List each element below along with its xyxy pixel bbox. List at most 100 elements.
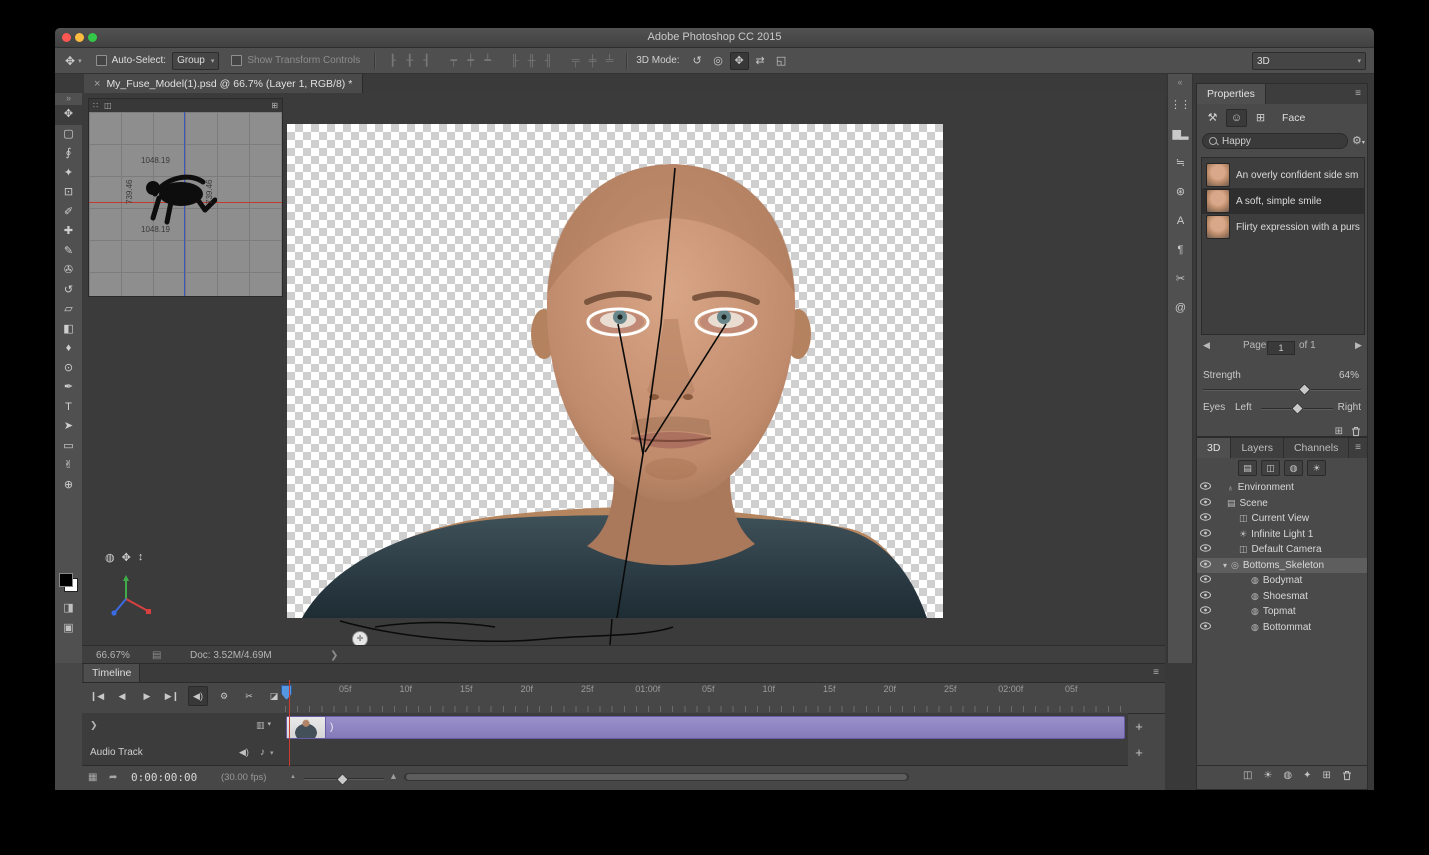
align-right-icon[interactable]: ┨ — [418, 54, 435, 67]
collapse-toolbar-icon[interactable]: » — [55, 93, 82, 105]
pen-tool[interactable]: ✒ — [55, 378, 82, 398]
align-center-v-icon[interactable]: ┿ — [462, 54, 479, 67]
distribute-left-icon[interactable]: ╟ — [506, 55, 523, 67]
timeline-settings-gear-icon[interactable]: ⚙ — [215, 687, 233, 705]
transition-button[interactable]: ◪ — [265, 687, 283, 705]
face-icon[interactable]: ☺ — [1226, 109, 1247, 127]
add-audio-button[interactable]: + — [1131, 745, 1147, 760]
secondary-view-panel[interactable]: ∷ ◫ ⊞ 1048.19 1048.19 739.4 — [88, 98, 283, 297]
rig-icon[interactable]: ⚒ — [1202, 109, 1223, 127]
3d-item-infinite-light[interactable]: ☀ Infinite Light 1 — [1197, 527, 1367, 543]
eraser-tool[interactable]: ▱ — [55, 300, 82, 320]
info-panel-icon[interactable]: ⋮⋮ — [1170, 95, 1190, 124]
3d-item-environment[interactable]: ♁ Environment — [1197, 480, 1367, 496]
healing-brush-tool[interactable]: ✚ — [55, 222, 82, 242]
visibility-eye-icon[interactable] — [1197, 513, 1213, 524]
color-swatches[interactable] — [59, 573, 78, 592]
canvas-area[interactable]: ∷ ◫ ⊞ 1048.19 1048.19 739.4 — [82, 93, 1165, 645]
eyes-slider-thumb[interactable] — [1291, 402, 1304, 415]
histogram-panel-icon[interactable]: ▆▂ — [1173, 124, 1188, 153]
orbit-3d-icon[interactable]: ◍ — [105, 551, 115, 564]
crop-tool[interactable]: ⊡ — [55, 183, 82, 203]
render-settings-icon[interactable]: ◫ — [1243, 770, 1252, 781]
blur-tool[interactable]: ♦ — [55, 339, 82, 359]
split-at-playhead-button[interactable]: ✂ — [240, 687, 258, 705]
drag-handle-icon[interactable]: ∷ — [93, 101, 98, 110]
auto-select-checkbox[interactable] — [96, 55, 107, 66]
expression-search-input[interactable]: Happy — [1202, 133, 1348, 149]
3d-item-current-view[interactable]: ◫ Current View — [1197, 511, 1367, 527]
hand-tool[interactable]: ✌ — [55, 456, 82, 476]
secondary-view-viewport[interactable]: 1048.19 1048.19 739.46 739.46 — [89, 112, 282, 296]
swap-view-icon[interactable]: ⊞ — [271, 101, 278, 110]
dolly-3d-icon[interactable]: ↕ — [138, 551, 144, 564]
roll-3d-mode-icon[interactable]: ◎ — [709, 52, 728, 70]
previous-frame-button[interactable]: ◀ — [113, 687, 131, 705]
frames-icon[interactable]: ▦ — [88, 772, 97, 783]
scissors-panel-icon[interactable]: ✂ — [1176, 269, 1184, 298]
artboard[interactable] — [287, 124, 943, 618]
speaker-icon[interactable]: ◀) — [239, 747, 249, 758]
drag-3d-mode-icon[interactable]: ✥ — [730, 52, 749, 70]
slide-3d-mode-icon[interactable]: ⇄ — [751, 52, 770, 70]
3d-item-scene[interactable]: ▤ Scene — [1197, 496, 1367, 512]
visibility-eye-icon[interactable] — [1197, 591, 1213, 602]
track-options[interactable]: ▥ ▾ — [256, 720, 271, 731]
rectangle-tool[interactable]: ▭ — [55, 437, 82, 457]
brush-tool[interactable]: ✎ — [55, 242, 82, 262]
audio-note-icon[interactable]: ♪ — [260, 747, 265, 758]
page-prev-icon[interactable]: ◀ — [1203, 340, 1210, 351]
secondary-view-header[interactable]: ∷ ◫ ⊞ — [89, 99, 282, 112]
next-frame-button[interactable]: ▶❙ — [163, 687, 181, 705]
clone-stamp-tool[interactable]: ✇ — [55, 261, 82, 281]
filter-materials-icon[interactable]: ◍ — [1284, 460, 1303, 476]
mesh-icon[interactable]: ⊞ — [1250, 109, 1271, 127]
tab-properties[interactable]: Properties — [1197, 84, 1266, 104]
add-light-icon[interactable]: ☀ — [1263, 770, 1272, 781]
tab-channels[interactable]: Channels — [1284, 438, 1349, 458]
3d-item-bodymat[interactable]: ◍ Bodymat — [1197, 573, 1367, 589]
go-to-first-frame-button[interactable]: ❙◀ — [88, 687, 106, 705]
timeline-zoom-thumb[interactable] — [336, 773, 349, 786]
timeline-tab[interactable]: Timeline — [84, 664, 140, 682]
adjustments-panel-icon[interactable]: ≒ — [1176, 153, 1184, 182]
chevron-down-icon[interactable]: ▾ — [270, 749, 274, 757]
page-number-field[interactable]: 1 — [1267, 341, 1295, 355]
history-brush-tool[interactable]: ↺ — [55, 281, 82, 301]
effects-icon[interactable]: ✦ — [1303, 770, 1311, 781]
panel-menu-icon[interactable]: ≡ — [1349, 84, 1367, 104]
tab-layers[interactable]: Layers — [1231, 438, 1284, 458]
delete-icon[interactable] — [1351, 426, 1361, 437]
visibility-eye-icon[interactable] — [1197, 498, 1213, 509]
zoom-level[interactable]: 66.67% — [96, 650, 130, 661]
filter-scene-icon[interactable]: ▤ — [1238, 460, 1257, 476]
strength-slider-thumb[interactable] — [1298, 383, 1311, 396]
distribute-center-v-icon[interactable]: ╪ — [584, 55, 601, 67]
strength-slider[interactable] — [1203, 389, 1361, 391]
zoom-out-icon[interactable]: ▲ — [290, 774, 296, 780]
auto-select-dropdown[interactable]: Group ▾ — [172, 52, 219, 70]
visibility-eye-icon[interactable] — [1197, 529, 1213, 540]
playhead-line[interactable] — [289, 680, 290, 766]
tool-preset-picker[interactable]: ✥ ▾ — [65, 54, 82, 68]
gradient-tool[interactable]: ◧ — [55, 320, 82, 340]
expand-panels-icon[interactable]: « — [1177, 74, 1182, 95]
zoom-in-icon[interactable]: ▲ — [389, 771, 398, 781]
add-material-icon[interactable]: ◍ — [1283, 770, 1292, 781]
scrollbar-handle[interactable] — [406, 774, 907, 780]
close-tab-icon[interactable]: × — [94, 78, 100, 90]
play-button[interactable]: ▶ — [138, 687, 156, 705]
panel-menu-icon[interactable]: ≡ — [1153, 664, 1159, 682]
lasso-tool[interactable]: ∮ — [55, 144, 82, 164]
tab-3d[interactable]: 3D — [1197, 438, 1231, 458]
3d-item-topmat[interactable]: ◍ Topmat — [1197, 604, 1367, 620]
filter-meshes-icon[interactable]: ◫ — [1261, 460, 1280, 476]
video-clip[interactable]: ) — [286, 716, 1125, 739]
titlebar[interactable]: Adobe Photoshop CC 2015 — [55, 28, 1374, 48]
3d-model-head[interactable] — [287, 124, 943, 618]
workspace-switcher[interactable]: 3D ▾ — [1252, 52, 1366, 70]
swirl-panel-icon[interactable]: @ — [1175, 298, 1185, 327]
gear-icon[interactable]: ⚙▾ — [1352, 134, 1365, 147]
align-center-h-icon[interactable]: ╂ — [401, 54, 418, 67]
pan-3d-icon[interactable]: ✥ — [122, 551, 131, 564]
